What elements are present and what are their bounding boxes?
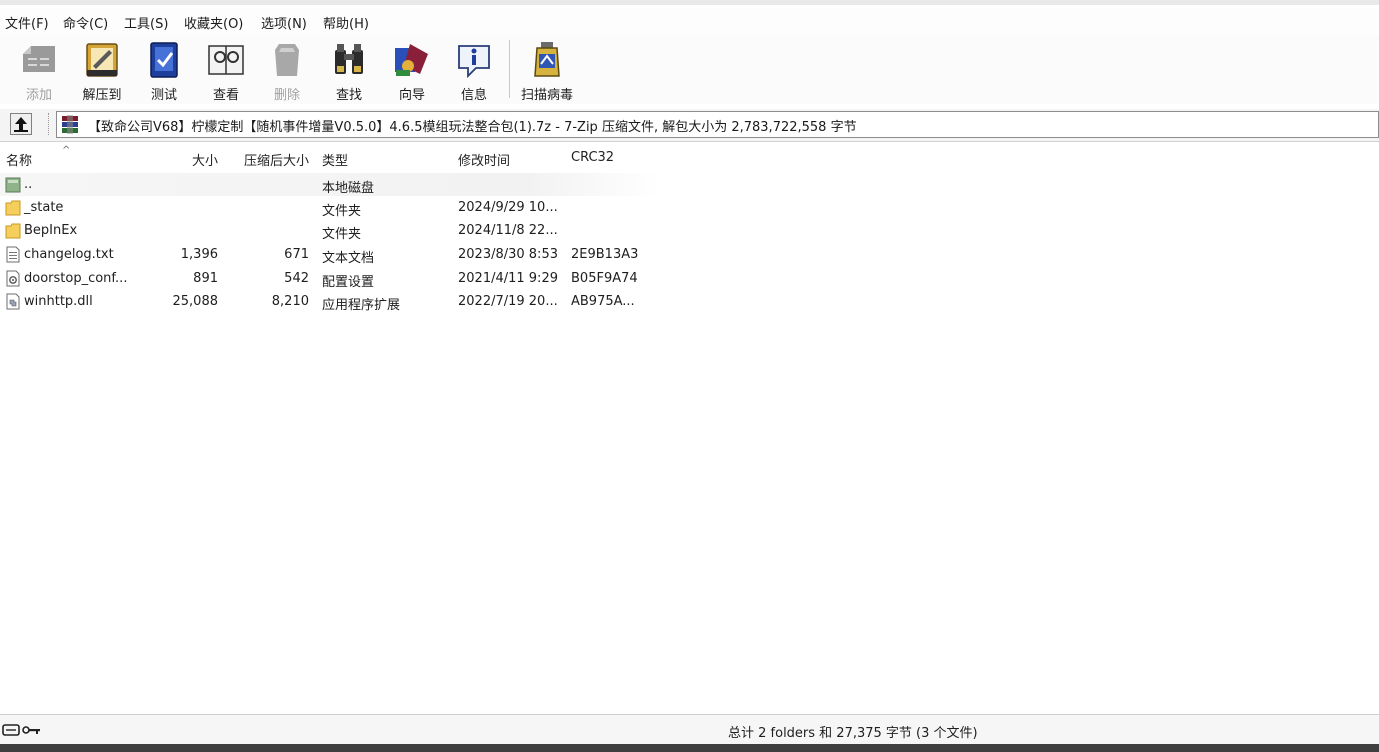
row-packed-size: 8,210 [271,294,309,309]
wizard-icon [395,44,428,76]
row-modified: 2024/11/8 22... [458,223,558,238]
row-size: 25,088 [172,294,219,309]
list-row[interactable]: doorstop_conf... 891 542 配置设置 2021/4/11 … [0,267,660,290]
row-modified: 2023/8/30 8:53 [458,247,558,262]
row-size: 1,396 [180,247,218,262]
row-packed-size: 542 [284,271,309,286]
row-type: 配置设置 [322,275,375,290]
row-name: doorstop_conf... [24,271,128,286]
desktop-background-strip [0,744,1379,752]
info-button[interactable]: 信息 [445,38,503,103]
view-icon [208,45,244,75]
column-crc32[interactable]: CRC32 [571,150,614,165]
list-header: ^ 名称 大小 压缩后大小 类型 修改时间 CRC32 [0,145,1379,169]
row-crc: 2E9B13A3 [571,247,639,262]
row-modified: 2024/9/29 10... [458,200,558,215]
up-arrow-icon [14,117,28,132]
text-file-icon [6,246,20,263]
find-button[interactable]: 查找 [320,38,378,103]
virus-scan-icon [534,42,560,77]
status-bar: 总计 2 folders 和 27,375 字节 (3 个文件) [0,714,1379,745]
wizard-label: 向导 [398,88,425,103]
menu-help[interactable]: 帮助(H) [323,13,369,32]
up-folder-button[interactable] [10,113,32,135]
add-button[interactable]: 添加 [10,38,68,103]
list-row[interactable]: _state 文件夹 2024/9/29 10... [0,196,660,219]
list-row[interactable]: BepInEx 文件夹 2024/11/8 22... [0,219,660,242]
row-type: 本地磁盘 [322,181,375,196]
parent-folder-icon [5,177,21,193]
info-icon [458,45,490,79]
menu-tools[interactable]: 工具(S) [124,13,168,32]
test-icon [150,42,178,78]
row-packed-size: 671 [284,247,309,262]
virus-scan-button[interactable]: 扫描病毒 [518,38,576,103]
title-bar-remnant [0,0,1379,5]
row-name: _state [24,200,64,215]
info-label: 信息 [460,88,487,103]
row-name: BepInEx [24,223,78,238]
delete-icon [275,44,299,76]
menu-command[interactable]: 命令(C) [63,13,108,32]
view-label: 查看 [212,88,239,103]
delete-label: 删除 [273,88,300,103]
list-row[interactable]: changelog.txt 1,396 671 文本文档 2023/8/30 8… [0,243,660,266]
column-size[interactable]: 大小 [150,150,218,169]
dll-file-icon [6,293,20,310]
row-modified: 2021/4/11 9:29 [458,271,558,286]
row-name: changelog.txt [24,247,114,262]
find-label: 查找 [335,88,362,103]
row-type: 文件夹 [322,204,362,219]
extract-to-icon [86,43,118,77]
row-modified: 2022/7/19 20... [458,294,558,309]
menu-bar: 文件(F) 命令(C) 工具(S) 收藏夹(O) 选项(N) 帮助(H) [0,8,1379,36]
address-bar: 【致命公司V68】柠檬定制【随机事件增量V0.5.0】4.6.5模组玩法整合包(… [0,109,1379,142]
delete-button[interactable]: 删除 [258,38,316,103]
folder-icon [5,223,21,239]
row-name: winhttp.dll [24,294,93,309]
row-crc: B05F9A74 [571,271,638,286]
add-label: 添加 [25,88,52,103]
row-type: 文本文档 [322,251,375,266]
virus-scan-label: 扫描病毒 [520,88,573,103]
add-icon [23,46,55,72]
list-row[interactable]: .. 本地磁盘 [0,173,660,196]
config-file-icon [6,270,20,287]
path-field[interactable]: 【致命公司V68】柠檬定制【随机事件增量V0.5.0】4.6.5模组玩法整合包(… [56,111,1379,138]
test-button[interactable]: 测试 [135,38,193,103]
archive-icon [62,115,78,134]
column-name[interactable]: 名称 [6,150,32,169]
row-name: .. [24,177,33,192]
wizard-button[interactable]: 向导 [383,38,441,103]
folder-icon [5,200,21,216]
extract-to-button[interactable]: 解压到 [73,38,131,103]
drive-key-icon [2,724,40,736]
row-crc: AB975A... [571,294,635,309]
list-row[interactable]: winhttp.dll 25,088 8,210 应用程序扩展 2022/7/1… [0,290,660,313]
toolbar: 添加 解压到 测试 查看 删除 查找 向导 信息 扫描病毒 [0,36,1379,104]
sort-arrow-icon: ^ [62,145,71,156]
menu-file[interactable]: 文件(F) [5,13,49,32]
column-packed-size[interactable]: 压缩后大小 [226,150,309,169]
path-text: 【致命公司V68】柠檬定制【随机事件增量V0.5.0】4.6.5模组玩法整合包(… [88,120,857,135]
row-type: 应用程序扩展 [322,298,401,313]
row-size: 891 [193,271,218,286]
status-summary: 总计 2 folders 和 27,375 字节 (3 个文件) [728,726,978,741]
test-label: 测试 [150,88,177,103]
view-button[interactable]: 查看 [197,38,255,103]
extract-to-label: 解压到 [82,88,122,103]
menu-options[interactable]: 选项(N) [261,13,307,32]
find-icon [335,44,363,74]
address-bar-grip [48,113,52,135]
row-type: 文件夹 [322,227,362,242]
toolbar-separator [509,40,510,98]
menu-favorites[interactable]: 收藏夹(O) [184,13,243,32]
column-modified[interactable]: 修改时间 [458,150,510,169]
column-type[interactable]: 类型 [322,150,348,169]
